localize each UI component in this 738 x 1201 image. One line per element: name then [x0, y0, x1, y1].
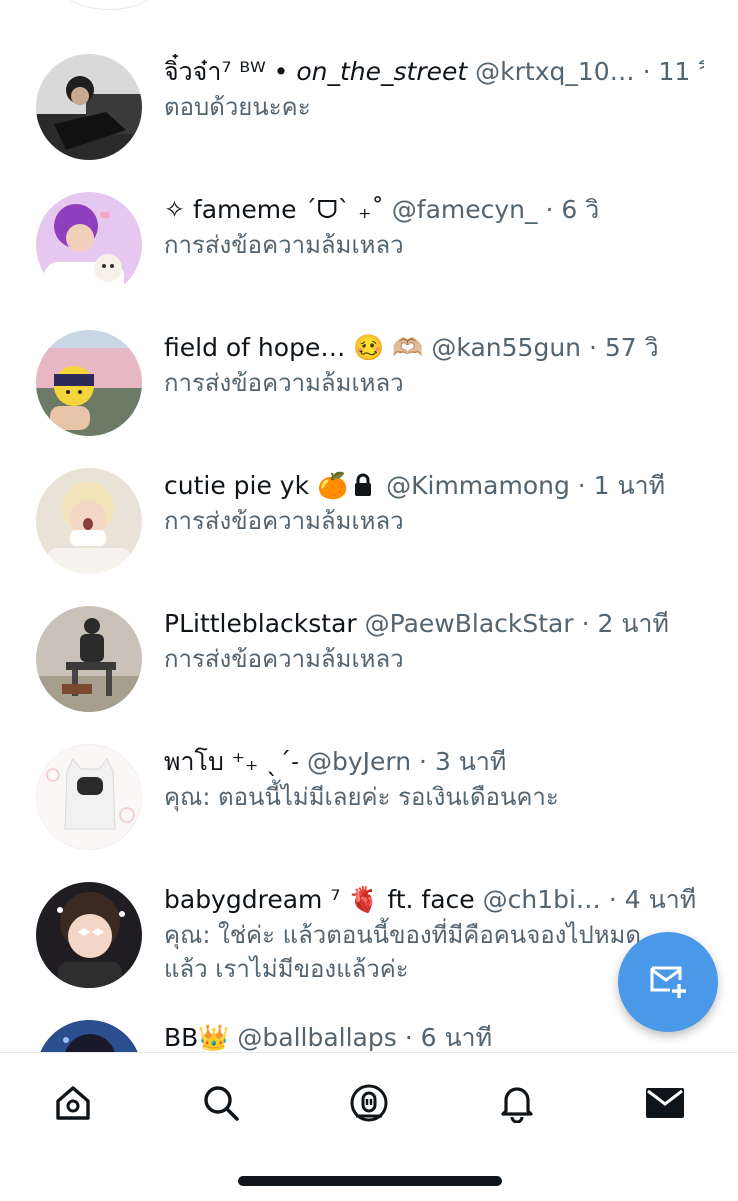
avatar[interactable] [36, 192, 142, 298]
avatar[interactable] [36, 606, 142, 712]
avatar-photo [36, 330, 142, 436]
notifications-icon [497, 1083, 537, 1127]
message-preview: คุณ: ใช่ค่ะ แล้วตอนนี้ของที่มีคือคนจองไป… [164, 921, 641, 983]
conversation-header: จิ๋วจ๋า⁷ ᴮᵂ • on_the_street @krtxq_10… ·… [164, 54, 704, 90]
message-preview: การส่งข้อความล้มเหลว [164, 231, 404, 259]
conversation-header: cutie pie yk 🍊 @Kimmamong · 1 นาที [164, 468, 704, 504]
display-name: พาโบ ⁺₊ ˎˊ˗ [164, 747, 300, 776]
conversation-header: ✧ fameme ˊᗜˋ ₊˚ @famecyn_ · 6 วิ [164, 192, 704, 228]
conversation-header: BB👑 @ballballaps · 6 นาที [164, 1020, 704, 1052]
new-message-icon [646, 958, 690, 1006]
timestamp: · 6 นาที [396, 1023, 493, 1052]
avatar[interactable] [36, 54, 142, 160]
lock-icon [352, 471, 374, 504]
display-name: PLittleblackstar [164, 609, 357, 638]
user-handle: @PaewBlackStar [356, 609, 574, 638]
avatar-photo [37, 745, 141, 849]
conversation-list: จิ๋วจ๋า⁷ ᴮᵂ • on_the_street @krtxq_10… ·… [0, 0, 738, 1052]
nav-notifications[interactable] [487, 1075, 547, 1135]
message-preview: คุณ: ตอนนี้ไม่มีเลยค่ะ รอเงินเดือนคาะ [164, 783, 559, 811]
conversation-item[interactable]: BB👑 @ballballaps · 6 นาที [0, 1020, 738, 1052]
home-icon [53, 1083, 93, 1127]
conversation-header: พาโบ ⁺₊ ˎˊ˗ @byJern · 3 นาที [164, 744, 704, 780]
user-handle: @krtxq_10… [467, 57, 635, 86]
message-preview: การส่งข้อความล้มเหลว [164, 645, 404, 673]
avatar[interactable] [36, 330, 142, 436]
message-preview: การส่งข้อความล้มเหลว [164, 369, 404, 397]
conversation-item[interactable]: ✧ fameme ˊᗜˋ ₊˚ @famecyn_ · 6 วิ การส่งข… [0, 192, 738, 330]
avatar-photo [36, 54, 142, 160]
user-handle: @byJern [299, 747, 412, 776]
display-name-italic: on_the_street [296, 57, 468, 86]
conversation-item[interactable]: cutie pie yk 🍊 @Kimmamong · 1 นาที การส่… [0, 468, 738, 606]
timestamp: · 11 วิ [642, 57, 704, 86]
avatar[interactable] [36, 1020, 142, 1052]
conversation-item[interactable]: PLittleblackstar @PaewBlackStar · 2 นาที… [0, 606, 738, 744]
avatar[interactable] [36, 744, 142, 850]
timestamp: · 2 นาที [573, 609, 669, 638]
display-name: babygdream ⁷ 🫀 ft. face [164, 885, 475, 914]
user-handle: @ballballaps [229, 1023, 397, 1052]
home-indicator[interactable] [238, 1176, 502, 1186]
conversation-header: field of hope… 🥴 🫶🏼 @kan55gun · 57 วิ [164, 330, 704, 366]
avatar-photo [36, 1020, 142, 1052]
avatar-photo [36, 192, 142, 298]
conversation-header: PLittleblackstar @PaewBlackStar · 2 นาที [164, 606, 704, 642]
user-handle: @ch1bi… [474, 885, 601, 914]
display-name: จิ๋วจ๋า⁷ ᴮᵂ • [164, 57, 297, 86]
search-icon [201, 1083, 241, 1127]
messages-icon [644, 1085, 686, 1125]
avatar-photo [36, 882, 142, 988]
nav-spaces[interactable] [339, 1075, 399, 1135]
timestamp: · 4 นาที [600, 885, 697, 914]
display-name: BB👑 [164, 1023, 230, 1052]
nav-home[interactable] [43, 1075, 103, 1135]
message-preview: ตอบด้วยนะคะ [164, 93, 311, 121]
conversation-item[interactable]: พาโบ ⁺₊ ˎˊ˗ @byJern · 3 นาที คุณ: ตอนนี้… [0, 744, 738, 882]
timestamp: · 3 นาที [411, 747, 507, 776]
avatar-photo [36, 606, 142, 712]
timestamp: · 57 วิ [581, 333, 659, 362]
conversation-item[interactable]: จิ๋วจ๋า⁷ ᴮᵂ • on_the_street @krtxq_10… ·… [0, 54, 738, 192]
conversation-header: babygdream ⁷ 🫀 ft. face @ch1bi… · 4 นาที [164, 882, 704, 918]
message-preview: การส่งข้อความล้มเหลว [164, 507, 404, 535]
display-name: ✧ fameme ˊᗜˋ ₊˚ [164, 195, 384, 224]
display-name: cutie pie yk 🍊 [164, 471, 349, 500]
conversation-item[interactable]: field of hope… 🥴 🫶🏼 @kan55gun · 57 วิ กา… [0, 330, 738, 468]
nav-messages[interactable] [635, 1075, 695, 1135]
avatar-photo [36, 468, 142, 574]
new-message-button[interactable] [618, 932, 718, 1032]
spaces-icon [348, 1082, 390, 1128]
avatar[interactable] [36, 468, 142, 574]
timestamp: · 1 นาที [569, 471, 666, 500]
user-handle: @famecyn_ [383, 195, 538, 224]
timestamp: · 6 วิ [537, 195, 600, 224]
user-handle: @kan55gun [423, 333, 582, 362]
avatar[interactable] [36, 882, 142, 988]
nav-search[interactable] [191, 1075, 251, 1135]
display-name: field of hope… 🥴 🫶🏼 [164, 333, 424, 362]
user-handle: @Kimmamong [378, 471, 570, 500]
